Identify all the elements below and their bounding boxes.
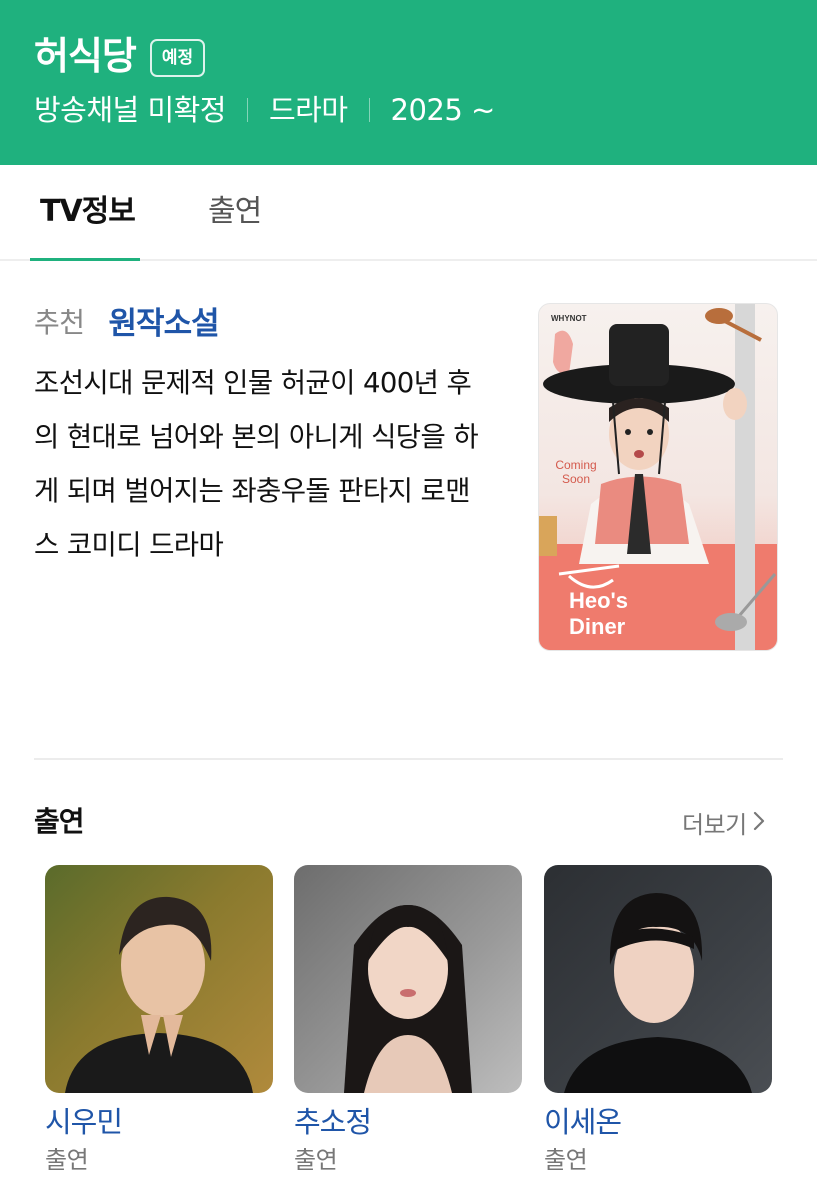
synopsis-line: 스 코미디 드라마: [34, 529, 224, 561]
recommend-label: 추천: [34, 305, 85, 339]
cast-role: 출연: [294, 1146, 338, 1174]
status-badge: 예정: [149, 39, 206, 77]
program-header: 허식당 예정 방송채널 미확정 드라마 2025 ~: [0, 0, 817, 165]
more-label: 더보기: [682, 811, 747, 839]
genre-info: 드라마: [268, 93, 348, 127]
cast-name[interactable]: 시우민: [45, 1103, 273, 1141]
cast-photo[interactable]: [45, 865, 273, 1093]
poster-logo: Heo's Diner: [569, 588, 628, 640]
channel-info: 방송채널 미확정: [34, 93, 226, 127]
poster-logo-line2: Diner: [569, 614, 626, 639]
synopsis-line: 의 현대로 넘어와 본의 아니게 식당을 하: [34, 421, 479, 453]
recommend-row: 추천 원작소설: [34, 298, 220, 343]
poster-coming-soon: Coming Soon: [555, 458, 597, 486]
synopsis: 조선시대 문제적 인물 허균이 400년 후 의 현대로 넘어와 본의 아니게 …: [34, 356, 524, 572]
year-info: 2025 ~: [390, 93, 496, 127]
person-portrait-icon: [564, 893, 752, 1093]
cast-card[interactable]: 이세온 출연: [544, 865, 772, 1175]
original-novel-link[interactable]: 원작소설: [109, 298, 220, 343]
cast-name[interactable]: 추소정: [294, 1103, 522, 1141]
person-portrait-icon: [344, 905, 472, 1093]
cast-photo[interactable]: [294, 865, 522, 1093]
cast-section-title: 출연: [34, 805, 85, 838]
section-divider: [34, 758, 783, 760]
title-row: 허식당 예정: [34, 32, 206, 80]
tab-bar: TV정보 출연: [0, 165, 817, 261]
cast-name[interactable]: 이세온: [544, 1103, 772, 1141]
cast-card[interactable]: 시우민 출연: [45, 865, 273, 1175]
cast-photo[interactable]: [544, 865, 772, 1093]
synopsis-line: 게 되며 벌어지는 좌충우돌 판타지 로맨: [34, 475, 471, 507]
tab-tv-info[interactable]: TV정보: [40, 193, 136, 231]
more-button[interactable]: 더보기: [682, 805, 765, 840]
meta-divider: [246, 98, 248, 122]
program-meta: 방송채널 미확정 드라마 2025 ~: [34, 92, 495, 128]
program-title: 허식당: [34, 34, 137, 78]
active-tab-indicator: [30, 258, 140, 261]
cast-role: 출연: [544, 1146, 588, 1174]
poster-image[interactable]: WHYNOT Coming Soon Heo's Diner: [538, 303, 778, 651]
poster-logo-line1: Heo's: [569, 588, 629, 613]
meta-divider: [368, 98, 370, 122]
cast-role: 출연: [45, 1146, 89, 1174]
poster-brand: WHYNOT: [551, 314, 587, 323]
synopsis-line: 조선시대 문제적 인물 허균이 400년 후: [34, 367, 472, 399]
tab-cast[interactable]: 출연: [208, 193, 262, 231]
person-portrait-icon: [65, 896, 253, 1093]
chevron-right-icon: [753, 809, 765, 837]
cast-card[interactable]: 추소정 출연: [294, 865, 522, 1175]
